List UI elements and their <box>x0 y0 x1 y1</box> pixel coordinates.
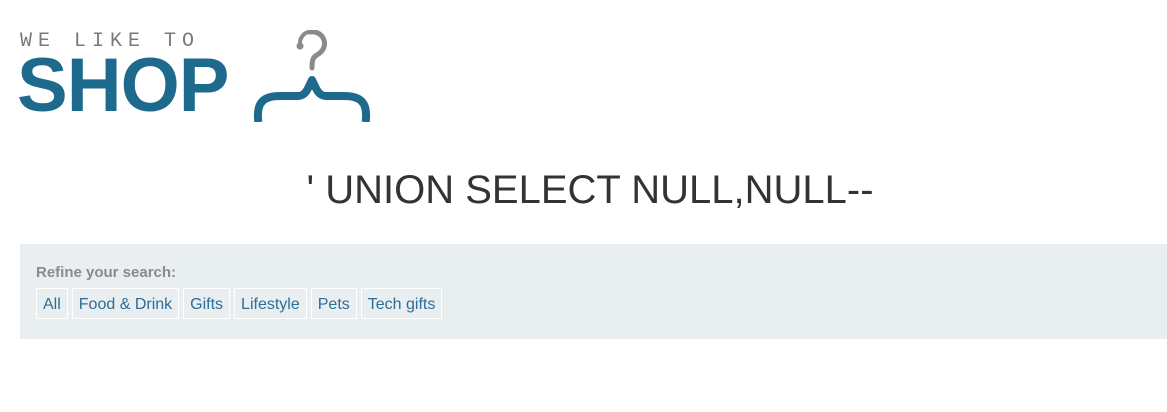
filter-label: Refine your search: <box>36 264 177 281</box>
filter-category-list: All Food & Drink Gifts Lifestyle Pets Te… <box>36 288 443 319</box>
filter-category-lifestyle[interactable]: Lifestyle <box>234 288 307 319</box>
logo-wordmark: SHOP <box>17 43 229 128</box>
filter-category-tech-gifts[interactable]: Tech gifts <box>360 288 443 319</box>
site-logo[interactable]: WE LIKE TO SHOP <box>17 28 380 128</box>
filter-category-food-drink[interactable]: Food & Drink <box>71 288 180 319</box>
filter-panel: Refine your search: All Food & Drink Gif… <box>20 244 1167 339</box>
search-results-heading: ' UNION SELECT NULL,NULL-- <box>306 168 874 212</box>
filter-category-gifts[interactable]: Gifts <box>183 288 231 319</box>
filter-category-all[interactable]: All <box>36 288 68 319</box>
filter-category-pets[interactable]: Pets <box>310 288 357 319</box>
hanger-icon <box>253 30 371 122</box>
